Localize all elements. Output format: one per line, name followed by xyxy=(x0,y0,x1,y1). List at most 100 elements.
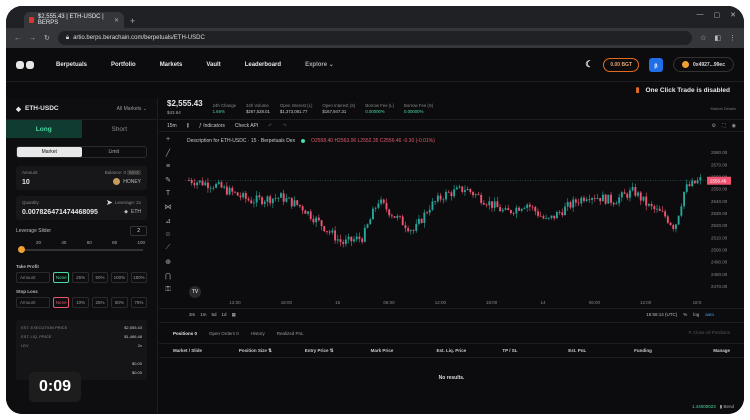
candle-body xyxy=(263,201,266,204)
utc-time[interactable]: 15:58:14 (UTC) xyxy=(646,312,677,317)
bera-app-icon[interactable]: ᵦ xyxy=(649,57,664,72)
menu-icon[interactable]: ⋮ xyxy=(729,34,736,42)
candle-type-icon[interactable]: ⫼ xyxy=(187,123,189,129)
candle-body xyxy=(458,186,461,188)
interval-button[interactable]: 15m xyxy=(167,123,177,129)
short-tab[interactable]: Short xyxy=(82,120,158,138)
new-tab-icon[interactable]: + xyxy=(130,16,135,28)
tp-100[interactable]: 100% xyxy=(111,272,128,283)
tp-150[interactable]: 150% xyxy=(130,272,148,283)
tab-positions[interactable]: Positions 0 xyxy=(173,331,197,336)
all-markets-dropdown[interactable]: All Markets ⌄ xyxy=(117,106,147,112)
bgt-badge[interactable]: 0.00 BGT xyxy=(603,57,640,72)
tp-none[interactable]: None xyxy=(53,272,70,283)
range-3m[interactable]: 3m xyxy=(189,312,195,317)
nav-leaderboard[interactable]: Leaderboard xyxy=(245,62,281,68)
candle-body xyxy=(223,186,226,188)
col-market[interactable]: Market / Slide xyxy=(173,348,239,353)
quantity-value[interactable]: 0.007826471474468095 xyxy=(22,209,141,216)
nav-portfolio[interactable]: Portfolio xyxy=(111,62,136,68)
close-all-button[interactable]: ✕ Close All Positions xyxy=(688,330,730,336)
close-window-icon[interactable]: ✕ xyxy=(730,11,736,19)
market-order-tab[interactable]: Market xyxy=(17,147,82,157)
moon-icon[interactable]: ☾ xyxy=(585,59,593,70)
slider-track[interactable] xyxy=(20,249,143,251)
long-tab[interactable]: Long xyxy=(6,120,82,138)
maximize-icon[interactable]: ▢ xyxy=(714,11,721,19)
leverage-input[interactable]: 2 xyxy=(130,226,147,236)
col-size[interactable]: Position Size ⇅ xyxy=(239,348,305,354)
take-profit-options: Amount None 25% 50% 100% 150% xyxy=(16,272,148,283)
tab-realized-pnl[interactable]: Realized PnL xyxy=(277,331,304,336)
tp-25[interactable]: 25% xyxy=(72,272,89,283)
log-toggle[interactable]: log xyxy=(693,312,699,317)
sl-50[interactable]: 50% xyxy=(111,297,128,308)
check-api-button[interactable]: Check API xyxy=(235,123,258,129)
tp-50[interactable]: 50% xyxy=(91,272,109,283)
nav-berpetuals[interactable]: Berpetuals xyxy=(56,62,87,68)
leverage-slider[interactable]: 20 40 60 80 100 xyxy=(16,240,147,254)
nav-vault[interactable]: Vault xyxy=(206,62,220,68)
candle-body xyxy=(336,239,339,241)
tab-open-orders[interactable]: Open Orders 0 xyxy=(209,331,239,336)
minimize-icon[interactable]: — xyxy=(697,11,704,19)
redo-icon[interactable]: ↷ xyxy=(282,123,286,129)
limit-order-tab[interactable]: Limit xyxy=(82,147,147,157)
candle-body xyxy=(504,208,507,210)
candle-body xyxy=(328,231,331,233)
candle-body xyxy=(491,201,493,208)
settings-icon[interactable]: ⚙ xyxy=(712,123,716,129)
range-5d[interactable]: 5d xyxy=(212,312,217,317)
candle-body xyxy=(550,215,553,218)
candle-body xyxy=(564,206,566,216)
amount-field[interactable]: Amount Balance: 0 MAX 10 HONEY xyxy=(16,166,147,190)
url-field[interactable]: 🔒︎ artio.berps.berachain.com/berpetuals/E… xyxy=(57,31,693,45)
candle-body xyxy=(252,202,255,204)
account-button[interactable]: 0x4927...99ec xyxy=(673,57,734,72)
summary-row: $0.00 xyxy=(131,361,142,366)
warning-icon: ▮ xyxy=(635,87,640,94)
summary-row: EST. EXECUTION PRICE $2,555.43 xyxy=(21,325,142,330)
reload-icon[interactable]: ↻ xyxy=(44,34,50,42)
candle-body xyxy=(282,193,285,202)
indicators-button[interactable]: ƒ Indicators xyxy=(199,123,225,129)
nav-explore[interactable]: Explore ⌄ xyxy=(305,61,334,68)
sl-none[interactable]: None xyxy=(53,297,70,308)
sl-25[interactable]: 25% xyxy=(91,297,109,308)
bera-logo-icon[interactable] xyxy=(16,59,38,71)
market-details-link[interactable]: Market Details xyxy=(710,106,736,111)
quantity-field[interactable]: Quantity Leverage: 2x 0.0078264714744680… xyxy=(16,196,147,220)
tab-history[interactable]: History xyxy=(251,331,265,336)
price-chart[interactable]: + ╱ ≡ ✎ T ⋈ ⊿ ☺ ⟋ ⊕ ⋂ ⚿ 2580.00 2570.00 25… xyxy=(159,132,744,308)
undo-icon[interactable]: ↶ xyxy=(268,123,272,129)
extensions-icon[interactable]: ◧ xyxy=(714,34,721,42)
candle-body xyxy=(507,208,510,211)
close-tab-icon[interactable]: ✕ xyxy=(114,17,119,24)
sl-10[interactable]: 10% xyxy=(72,297,89,308)
sl-amount-input[interactable]: Amount xyxy=(16,297,50,308)
x-tick-label: 06:00 xyxy=(383,300,395,305)
range-1m[interactable]: 1m xyxy=(200,312,206,317)
max-button[interactable]: MAX xyxy=(127,170,141,175)
percent-toggle[interactable]: % xyxy=(683,312,687,317)
candle-body xyxy=(664,211,667,217)
star-icon[interactable]: ☆ xyxy=(700,34,706,42)
calendar-icon[interactable]: ▦ xyxy=(232,312,236,318)
col-entry[interactable]: Entry Price ⇅ xyxy=(305,348,371,354)
forward-icon[interactable]: → xyxy=(29,35,36,42)
slider-knob[interactable] xyxy=(18,246,25,253)
auto-toggle[interactable]: auto xyxy=(705,312,714,317)
back-icon[interactable]: ← xyxy=(14,35,21,42)
range-1d[interactable]: 1d xyxy=(222,312,227,317)
browser-tab[interactable]: $2,555.43 | ETH-USDC | BERPS ✕ xyxy=(24,12,124,28)
nav-markets[interactable]: Markets xyxy=(160,62,183,68)
candle-body xyxy=(247,198,250,201)
tradingview-logo-icon[interactable]: TV xyxy=(189,286,201,298)
sl-75[interactable]: 75% xyxy=(130,297,148,308)
candle-body xyxy=(631,187,634,191)
camera-icon[interactable]: ◉ xyxy=(732,123,736,129)
candle-body xyxy=(317,217,320,221)
fullscreen-icon[interactable]: ⛶ xyxy=(722,123,726,129)
market-selector[interactable]: ◆ ETH-USDC All Markets ⌄ xyxy=(6,98,157,120)
tp-amount-input[interactable]: Amount xyxy=(16,272,50,283)
